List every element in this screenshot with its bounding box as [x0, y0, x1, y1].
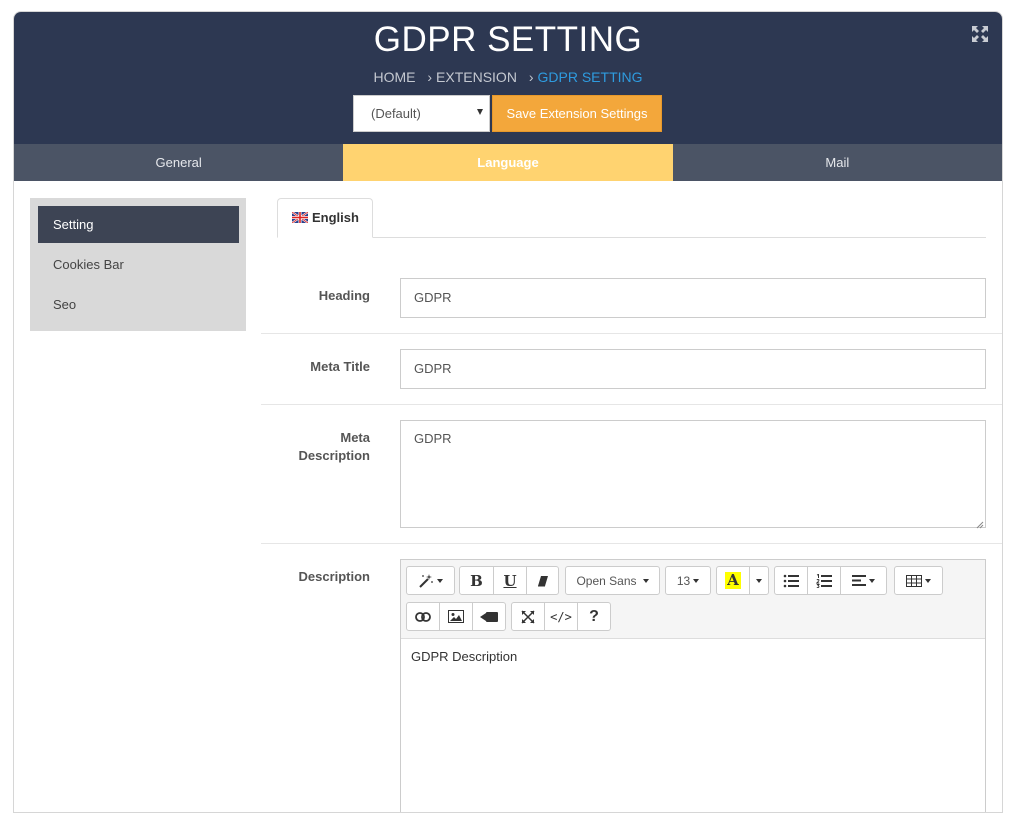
- breadcrumb-separator: ›: [427, 69, 433, 85]
- font-family-value: Open Sans: [576, 573, 637, 588]
- chevron-down-icon: [756, 578, 762, 583]
- style-magic-button[interactable]: [406, 566, 455, 595]
- image-icon: [448, 610, 464, 623]
- store-select-value: (Default): [371, 106, 421, 121]
- ordered-list-button[interactable]: [807, 566, 841, 595]
- row-divider: [261, 333, 1002, 334]
- eraser-icon: [537, 575, 548, 586]
- insert-link-button[interactable]: [406, 602, 440, 631]
- paragraph-group: [774, 566, 887, 595]
- magic-wand-icon: [419, 573, 433, 588]
- sidebar-item-cookies-bar[interactable]: Cookies Bar: [38, 246, 239, 283]
- meta-description-textarea[interactable]: GDPR: [400, 420, 986, 529]
- text-color-icon: A: [725, 571, 741, 589]
- meta-title-input[interactable]: GDPR: [400, 349, 986, 389]
- main-tabs: General Language Mail: [14, 144, 1002, 181]
- style-group: [406, 566, 455, 595]
- meta-description-label-line2: Description: [298, 448, 370, 463]
- numbered-list-icon: [816, 573, 832, 588]
- link-icon: [415, 611, 431, 622]
- description-rich-text-editor: B U Open Sans 13 A </> ? GDPR Descriptio…: [400, 559, 986, 812]
- save-extension-settings-button[interactable]: Save Extension Settings: [492, 95, 662, 132]
- tab-general[interactable]: General: [14, 144, 343, 181]
- language-tab-label: English: [312, 210, 359, 225]
- heading-input[interactable]: GDPR: [400, 278, 986, 318]
- font-size-dropdown[interactable]: 13: [665, 566, 711, 595]
- insert-image-button[interactable]: [439, 602, 473, 631]
- tab-mail[interactable]: Mail: [673, 144, 1002, 181]
- expand-arrows-icon: [521, 609, 535, 624]
- chevron-down-icon: [693, 578, 700, 583]
- clear-format-button[interactable]: [526, 566, 559, 595]
- page-header: GDPR SETTING HOME › EXTENSION › GDPR SETTI…: [14, 12, 1002, 144]
- editor-toolbar: B U Open Sans 13 A </> ?: [401, 560, 985, 639]
- store-select[interactable]: (Default): [353, 95, 490, 132]
- insert-table-dropdown[interactable]: [894, 566, 943, 595]
- insert-video-button[interactable]: [472, 602, 506, 631]
- settings-panel: GDPR SETTING HOME › EXTENSION › GDPR SETTI…: [13, 11, 1003, 813]
- fullscreen-expand-icon[interactable]: [971, 25, 989, 43]
- paragraph-align-dropdown[interactable]: [840, 566, 887, 595]
- chevron-down-icon: [925, 578, 931, 583]
- row-divider: [261, 543, 1002, 544]
- description-label: Description: [298, 569, 370, 584]
- color-group: A: [716, 566, 769, 595]
- font-family-dropdown[interactable]: Open Sans: [565, 566, 660, 595]
- page-title: GDPR SETTING: [373, 20, 643, 59]
- sidebar-item-setting[interactable]: Setting: [38, 206, 239, 243]
- language-tab-english[interactable]: English: [277, 198, 373, 238]
- code-view-button[interactable]: </>: [544, 602, 578, 631]
- breadcrumb: HOME › EXTENSION › GDPR SETTING: [14, 67, 1002, 87]
- editor-content[interactable]: GDPR Description: [411, 648, 517, 666]
- heading-label: Heading: [318, 288, 370, 303]
- meta-description-label-line1: Meta: [340, 430, 370, 445]
- chevron-down-icon: [477, 109, 483, 115]
- bold-button[interactable]: B: [459, 566, 494, 595]
- chevron-down-icon: [869, 578, 875, 583]
- table-group: [894, 566, 943, 595]
- table-icon: [906, 574, 922, 587]
- breadcrumb-separator: ›: [528, 69, 534, 85]
- view-group: </> ?: [511, 602, 611, 631]
- text-color-button[interactable]: A: [716, 566, 750, 595]
- row-divider: [261, 404, 1002, 405]
- breadcrumb-current: GDPR SETTING: [537, 69, 643, 85]
- chevron-down-icon: [642, 578, 649, 583]
- font-style-group: B U: [459, 566, 559, 595]
- text-color-dropdown-button[interactable]: [749, 566, 769, 595]
- language-tabs-divider: [277, 237, 986, 238]
- sidebar: Setting Cookies Bar Seo: [30, 198, 246, 331]
- insert-group: [406, 602, 506, 631]
- unordered-list-button[interactable]: [774, 566, 808, 595]
- font-size-group: 13: [665, 566, 711, 595]
- resize-grip-icon[interactable]: [975, 517, 984, 529]
- sidebar-item-seo[interactable]: Seo: [38, 286, 239, 323]
- align-left-icon: [852, 575, 866, 586]
- underline-button[interactable]: U: [493, 566, 527, 595]
- help-button[interactable]: ?: [577, 602, 611, 631]
- breadcrumb-extension[interactable]: EXTENSION: [436, 69, 517, 85]
- meta-description-value: GDPR: [414, 431, 452, 446]
- uk-flag-icon: [291, 200, 309, 224]
- bullet-list-icon: [783, 574, 799, 587]
- tab-language[interactable]: Language: [343, 144, 673, 181]
- meta-title-label: Meta Title: [310, 359, 370, 374]
- breadcrumb-home[interactable]: HOME: [373, 69, 415, 85]
- fullscreen-button[interactable]: [511, 602, 545, 631]
- font-family-group: Open Sans: [565, 566, 660, 595]
- video-icon: [480, 611, 498, 622]
- meta-description-label: Meta Description: [261, 429, 370, 465]
- chevron-down-icon: [437, 578, 443, 583]
- font-size-value: 13: [676, 573, 691, 588]
